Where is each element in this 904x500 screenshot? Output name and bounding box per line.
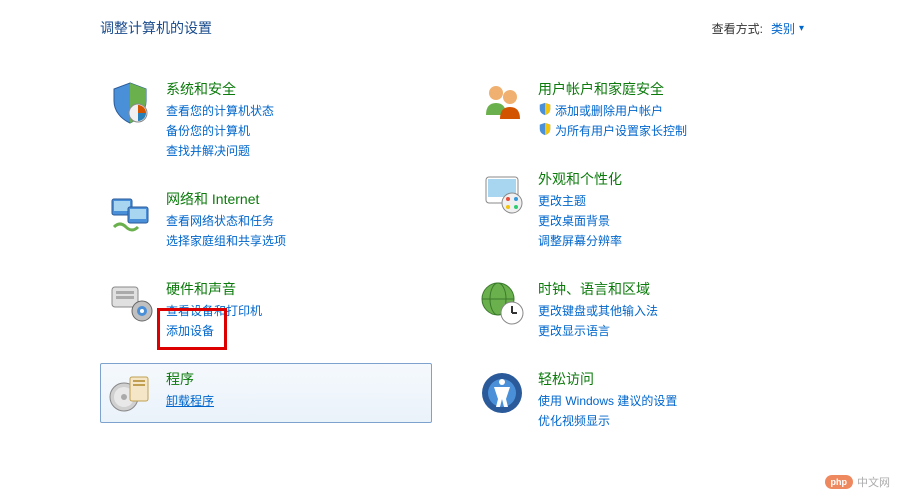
category-title[interactable]: 系统和安全 xyxy=(166,79,274,99)
link-row: 添加设备 xyxy=(166,322,262,339)
category-text: 网络和 Internet 查看网络状态和任务选择家庭组和共享选项 xyxy=(166,189,286,249)
shield-icon xyxy=(538,102,552,119)
category-title[interactable]: 网络和 Internet xyxy=(166,189,286,209)
link-row: 使用 Windows 建议的设置 xyxy=(538,392,677,409)
category-text: 硬件和声音查看设备和打印机添加设备 xyxy=(166,279,262,339)
category-link[interactable]: 为所有用户设置家长控制 xyxy=(555,122,687,139)
link-row: 为所有用户设置家长控制 xyxy=(538,122,687,139)
link-row: 更改桌面背景 xyxy=(538,212,622,229)
link-row: 查看网络状态和任务 xyxy=(166,212,286,229)
ease-of-access-icon xyxy=(478,369,526,417)
category-link[interactable]: 使用 Windows 建议的设置 xyxy=(538,392,677,409)
link-row: 查看您的计算机状态 xyxy=(166,102,274,119)
link-row: 调整屏幕分辨率 xyxy=(538,232,622,249)
category-system-security[interactable]: 系统和安全查看您的计算机状态备份您的计算机查找并解决问题 xyxy=(100,73,432,165)
category-title[interactable]: 外观和个性化 xyxy=(538,169,622,189)
category-link[interactable]: 查看您的计算机状态 xyxy=(166,102,274,119)
category-link[interactable]: 查找并解决问题 xyxy=(166,142,250,159)
category-link[interactable]: 查看网络状态和任务 xyxy=(166,212,274,229)
appearance-icon xyxy=(478,169,526,217)
link-row: 更改键盘或其他输入法 xyxy=(538,302,658,319)
category-programs[interactable]: 程序卸载程序 xyxy=(100,363,432,423)
category-text: 用户帐户和家庭安全添加或删除用户帐户为所有用户设置家长控制 xyxy=(538,79,687,139)
category-text: 程序卸载程序 xyxy=(166,369,214,417)
view-by-dropdown[interactable]: 类别 xyxy=(771,20,804,37)
link-row: 更改主题 xyxy=(538,192,622,209)
category-ease-of-access[interactable]: 轻松访问使用 Windows 建议的设置优化视频显示 xyxy=(472,363,804,435)
category-link[interactable]: 添加或删除用户帐户 xyxy=(555,102,663,119)
network-internet-icon xyxy=(106,189,154,237)
link-row: 优化视频显示 xyxy=(538,412,677,429)
category-appearance[interactable]: 外观和个性化更改主题更改桌面背景调整屏幕分辨率 xyxy=(472,163,804,255)
category-title[interactable]: 时钟、语言和区域 xyxy=(538,279,658,299)
category-user-accounts[interactable]: 用户帐户和家庭安全添加或删除用户帐户为所有用户设置家长控制 xyxy=(472,73,804,145)
category-link[interactable]: 更改键盘或其他输入法 xyxy=(538,302,658,319)
hardware-sound-icon xyxy=(106,279,154,327)
category-title[interactable]: 程序 xyxy=(166,369,214,389)
user-accounts-icon xyxy=(478,79,526,127)
categories-panel: 系统和安全查看您的计算机状态备份您的计算机查找并解决问题网络和 Internet… xyxy=(0,53,904,455)
view-by-label: 查看方式: xyxy=(712,20,763,37)
category-text: 轻松访问使用 Windows 建议的设置优化视频显示 xyxy=(538,369,677,429)
category-link[interactable]: 查看设备和打印机 xyxy=(166,302,262,319)
watermark: php 中文网 xyxy=(825,474,891,490)
category-link[interactable]: 添加设备 xyxy=(166,322,214,339)
link-row: 查找并解决问题 xyxy=(166,142,274,159)
category-title[interactable]: 硬件和声音 xyxy=(166,279,262,299)
category-link[interactable]: 更改主题 xyxy=(538,192,586,209)
category-network-internet[interactable]: 网络和 Internet 查看网络状态和任务选择家庭组和共享选项 xyxy=(100,183,432,255)
category-link[interactable]: 卸载程序 xyxy=(166,392,214,409)
category-link[interactable]: 选择家庭组和共享选项 xyxy=(166,232,286,249)
watermark-badge: php xyxy=(825,475,854,489)
link-row: 查看设备和打印机 xyxy=(166,302,262,319)
category-hardware-sound[interactable]: 硬件和声音查看设备和打印机添加设备 xyxy=(100,273,432,345)
category-link[interactable]: 调整屏幕分辨率 xyxy=(538,232,622,249)
category-title[interactable]: 用户帐户和家庭安全 xyxy=(538,79,687,99)
category-text: 外观和个性化更改主题更改桌面背景调整屏幕分辨率 xyxy=(538,169,622,249)
link-row: 更改显示语言 xyxy=(538,322,658,339)
programs-icon xyxy=(106,369,154,417)
link-row: 添加或删除用户帐户 xyxy=(538,102,687,119)
header: 调整计算机的设置 查看方式: 类别 xyxy=(0,0,904,53)
category-text: 时钟、语言和区域更改键盘或其他输入法更改显示语言 xyxy=(538,279,658,339)
watermark-text: 中文网 xyxy=(857,474,890,490)
link-row: 选择家庭组和共享选项 xyxy=(166,232,286,249)
link-row: 备份您的计算机 xyxy=(166,122,274,139)
page-title: 调整计算机的设置 xyxy=(100,18,212,38)
category-link[interactable]: 备份您的计算机 xyxy=(166,122,250,139)
category-link[interactable]: 优化视频显示 xyxy=(538,412,610,429)
category-link[interactable]: 更改显示语言 xyxy=(538,322,610,339)
left-column: 系统和安全查看您的计算机状态备份您的计算机查找并解决问题网络和 Internet… xyxy=(100,73,432,435)
category-clock-language[interactable]: 时钟、语言和区域更改键盘或其他输入法更改显示语言 xyxy=(472,273,804,345)
system-security-icon xyxy=(106,79,154,127)
category-text: 系统和安全查看您的计算机状态备份您的计算机查找并解决问题 xyxy=(166,79,274,159)
link-row: 卸载程序 xyxy=(166,392,214,409)
right-column: 用户帐户和家庭安全添加或删除用户帐户为所有用户设置家长控制外观和个性化更改主题更… xyxy=(472,73,804,435)
category-link[interactable]: 更改桌面背景 xyxy=(538,212,610,229)
shield-icon xyxy=(538,122,552,139)
category-title[interactable]: 轻松访问 xyxy=(538,369,677,389)
clock-language-icon xyxy=(478,279,526,327)
view-by: 查看方式: 类别 xyxy=(712,20,804,37)
